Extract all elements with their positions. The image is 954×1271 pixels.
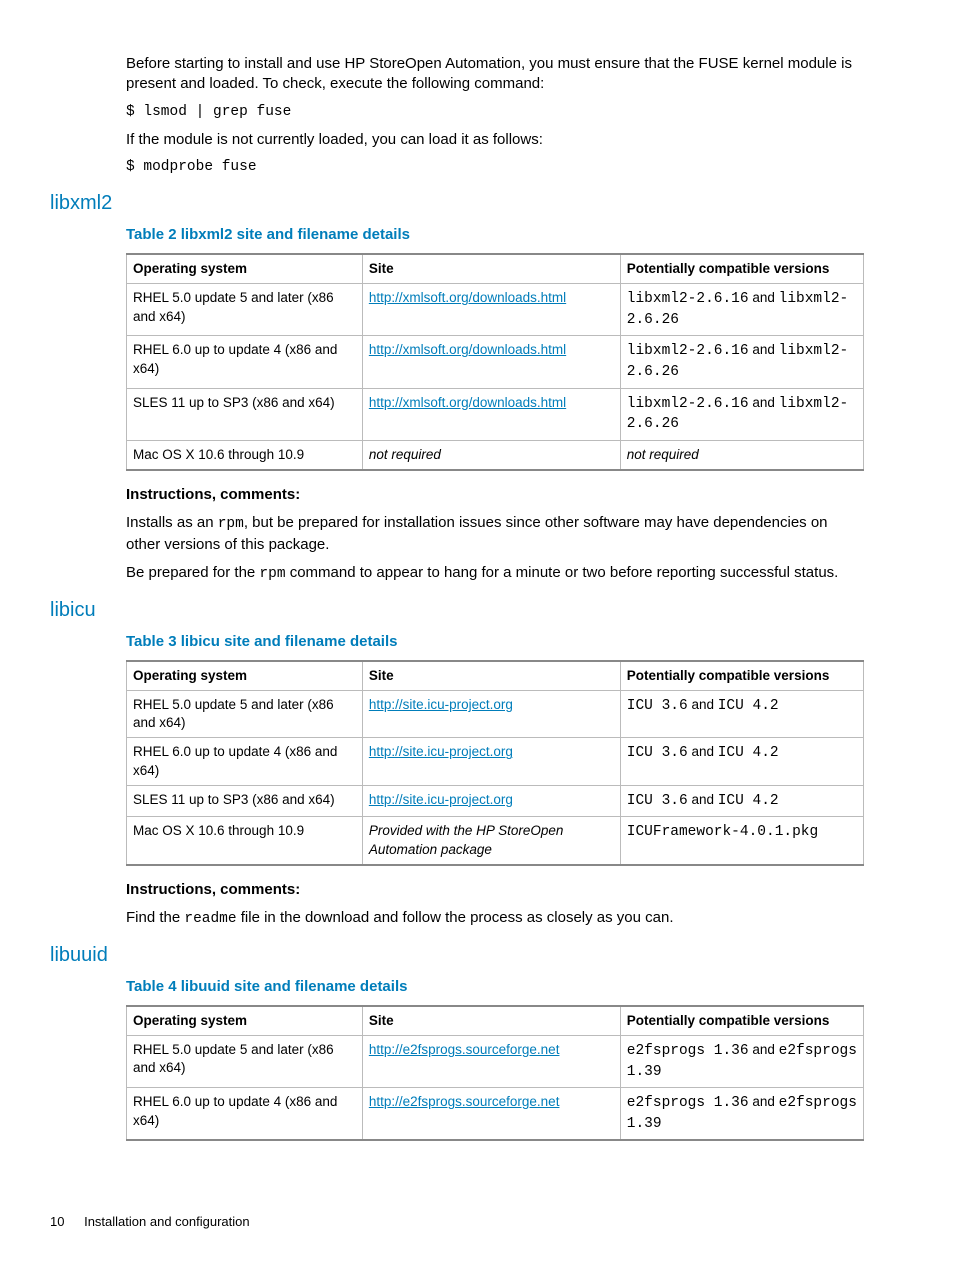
command-modprobe: $ modprobe fuse [126,158,864,178]
cell-site: http://xmlsoft.org/downloads.html [362,284,620,336]
cell-os: RHEL 5.0 update 5 and later (x86 and x64… [127,691,363,738]
table-row: RHEL 6.0 up to update 4 (x86 and x64) ht… [127,1088,864,1141]
cell-ver: ICU 3.6 and ICU 4.2 [620,691,863,738]
table-row: RHEL 6.0 up to update 4 (x86 and x64) ht… [127,336,864,388]
cell-os: SLES 11 up to SP3 (x86 and x64) [127,785,363,817]
cell-os: RHEL 6.0 up to update 4 (x86 and x64) [127,1088,363,1141]
cell-site: http://site.icu-project.org [362,691,620,738]
table-row: RHEL 5.0 update 5 and later (x86 and x64… [127,691,864,738]
cell-site: http://xmlsoft.org/downloads.html [362,336,620,388]
table-libxml2: Operating system Site Potentially compat… [126,253,864,471]
cell-ver: libxml2-2.6.16 and libxml2-2.6.26 [620,336,863,388]
table-title-libxml2: Table 2 libxml2 site and filename detail… [126,225,864,245]
cell-site: http://site.icu-project.org [362,785,620,817]
cell-site: http://xmlsoft.org/downloads.html [362,388,620,440]
table-title-libuuid: Table 4 libuuid site and filename detail… [126,977,864,997]
instructions-text: Installs as an rpm, but be prepared for … [126,513,864,555]
cell-ver: ICUFramework-4.0.1.pkg [620,817,863,865]
table-row: SLES 11 up to SP3 (x86 and x64) http://s… [127,785,864,817]
link-icu-project[interactable]: http://site.icu-project.org [369,744,513,759]
instructions-heading: Instructions, comments: [126,880,864,900]
th-site: Site [362,1006,620,1036]
cell-os: SLES 11 up to SP3 (x86 and x64) [127,388,363,440]
table-libuuid: Operating system Site Potentially compat… [126,1005,864,1141]
cell-ver: ICU 3.6 and ICU 4.2 [620,785,863,817]
link-e2fsprogs[interactable]: http://e2fsprogs.sourceforge.net [369,1094,560,1109]
cell-os: RHEL 5.0 update 5 and later (x86 and x64… [127,284,363,336]
cell-site: http://e2fsprogs.sourceforge.net [362,1088,620,1141]
instructions-text: Be prepared for the rpm command to appea… [126,563,864,585]
table-row: RHEL 6.0 up to update 4 (x86 and x64) ht… [127,738,864,785]
section-heading-libxml2: libxml2 [50,190,864,217]
cell-ver: ICU 3.6 and ICU 4.2 [620,738,863,785]
th-site: Site [362,661,620,691]
page-number: 10 [50,1214,64,1229]
table-libicu: Operating system Site Potentially compat… [126,660,864,866]
link-xmlsoft[interactable]: http://xmlsoft.org/downloads.html [369,290,566,305]
th-os: Operating system [127,1006,363,1036]
table-title-libicu: Table 3 libicu site and filename details [126,632,864,652]
cell-ver: e2fsprogs 1.36 and e2fsprogs 1.39 [620,1036,863,1088]
link-xmlsoft[interactable]: http://xmlsoft.org/downloads.html [369,342,566,357]
cell-os: RHEL 6.0 up to update 4 (x86 and x64) [127,738,363,785]
table-row: SLES 11 up to SP3 (x86 and x64) http://x… [127,388,864,440]
cell-os: RHEL 5.0 update 5 and later (x86 and x64… [127,1036,363,1088]
cell-ver: e2fsprogs 1.36 and e2fsprogs 1.39 [620,1088,863,1141]
th-ver: Potentially compatible versions [620,254,863,284]
instructions-text: Find the readme file in the download and… [126,908,864,930]
th-os: Operating system [127,661,363,691]
intro-paragraph-2: If the module is not currently loaded, y… [126,130,864,150]
page-footer: 10 Installation and configuration [50,1213,250,1231]
cell-os: RHEL 6.0 up to update 4 (x86 and x64) [127,336,363,388]
cell-ver: libxml2-2.6.16 and libxml2-2.6.26 [620,388,863,440]
cell-ver: not required [620,440,863,470]
instructions-heading: Instructions, comments: [126,485,864,505]
table-row: RHEL 5.0 update 5 and later (x86 and x64… [127,1036,864,1088]
cell-site: not required [362,440,620,470]
table-row: Mac OS X 10.6 through 10.9 Provided with… [127,817,864,865]
cell-ver: libxml2-2.6.16 and libxml2-2.6.26 [620,284,863,336]
intro-paragraph: Before starting to install and use HP St… [126,54,864,95]
th-os: Operating system [127,254,363,284]
cell-os: Mac OS X 10.6 through 10.9 [127,440,363,470]
section-heading-libuuid: libuuid [50,942,864,969]
th-ver: Potentially compatible versions [620,1006,863,1036]
cell-site: http://site.icu-project.org [362,738,620,785]
table-row: RHEL 5.0 update 5 and later (x86 and x64… [127,284,864,336]
link-e2fsprogs[interactable]: http://e2fsprogs.sourceforge.net [369,1042,560,1057]
link-xmlsoft[interactable]: http://xmlsoft.org/downloads.html [369,395,566,410]
cell-site: Provided with the HP StoreOpen Automatio… [362,817,620,865]
link-icu-project[interactable]: http://site.icu-project.org [369,792,513,807]
cell-os: Mac OS X 10.6 through 10.9 [127,817,363,865]
table-row: Mac OS X 10.6 through 10.9 not required … [127,440,864,470]
command-lsmod: $ lsmod | grep fuse [126,103,864,123]
cell-site: http://e2fsprogs.sourceforge.net [362,1036,620,1088]
footer-title: Installation and configuration [84,1214,250,1229]
th-ver: Potentially compatible versions [620,661,863,691]
section-heading-libicu: libicu [50,597,864,624]
link-icu-project[interactable]: http://site.icu-project.org [369,697,513,712]
th-site: Site [362,254,620,284]
